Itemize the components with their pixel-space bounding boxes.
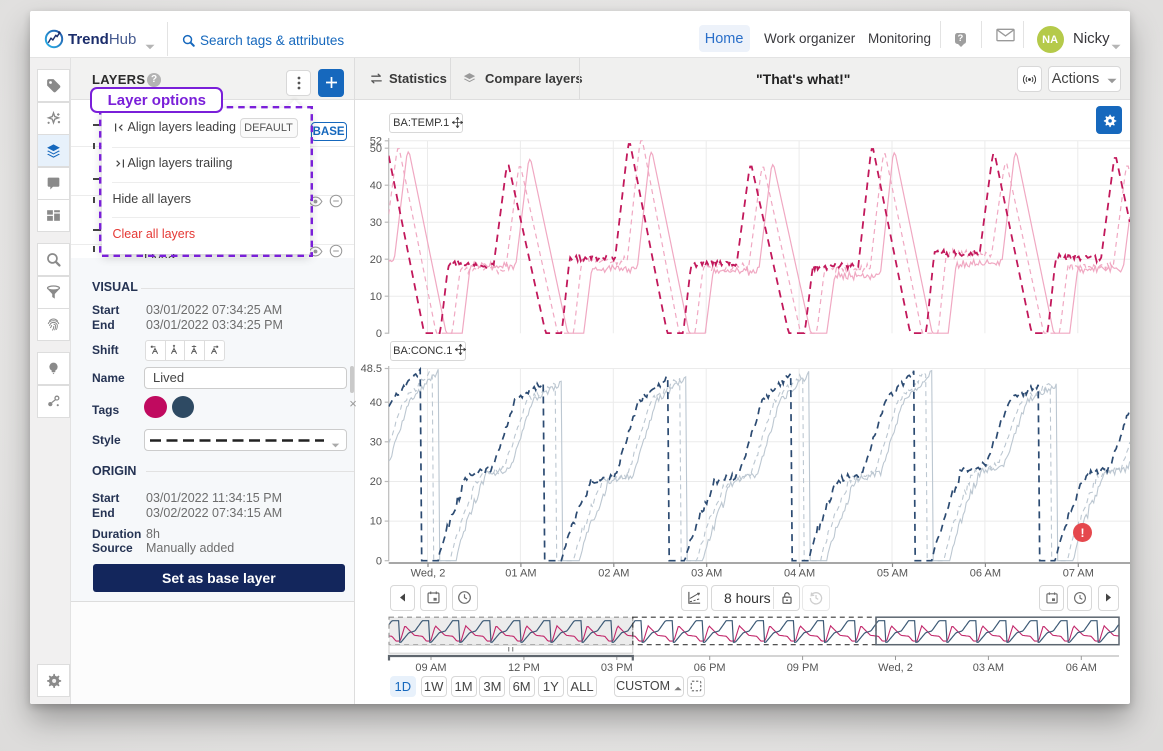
svg-text:Wed, 2: Wed, 2	[411, 568, 446, 580]
svg-text:10: 10	[370, 516, 382, 528]
svg-text:03 AM: 03 AM	[973, 662, 1004, 674]
svg-text:04 AM: 04 AM	[784, 568, 815, 580]
svg-text:05 AM: 05 AM	[877, 568, 908, 580]
svg-text:03 PM: 03 PM	[601, 662, 633, 674]
svg-text:20: 20	[370, 254, 382, 266]
svg-text:09 PM: 09 PM	[787, 662, 819, 674]
svg-text:48.5: 48.5	[361, 363, 382, 375]
svg-text:20: 20	[370, 476, 382, 488]
svg-text:06 AM: 06 AM	[970, 568, 1001, 580]
svg-text:06 PM: 06 PM	[694, 662, 726, 674]
svg-text:30: 30	[370, 436, 382, 448]
svg-text:12 PM: 12 PM	[508, 662, 540, 674]
svg-text:06 AM: 06 AM	[1066, 662, 1097, 674]
svg-text:10: 10	[370, 291, 382, 303]
svg-text:0: 0	[376, 328, 382, 340]
svg-text:07 AM: 07 AM	[1063, 568, 1094, 580]
svg-text:52: 52	[370, 135, 382, 147]
svg-text:02 AM: 02 AM	[598, 568, 629, 580]
svg-text:Wed, 2: Wed, 2	[878, 662, 913, 674]
svg-text:03 AM: 03 AM	[691, 568, 722, 580]
svg-text:01 AM: 01 AM	[505, 568, 536, 580]
svg-text:30: 30	[370, 217, 382, 229]
svg-text:09 AM: 09 AM	[415, 662, 446, 674]
svg-text:40: 40	[370, 180, 382, 192]
svg-text:0: 0	[376, 555, 382, 567]
svg-text:40: 40	[370, 397, 382, 409]
